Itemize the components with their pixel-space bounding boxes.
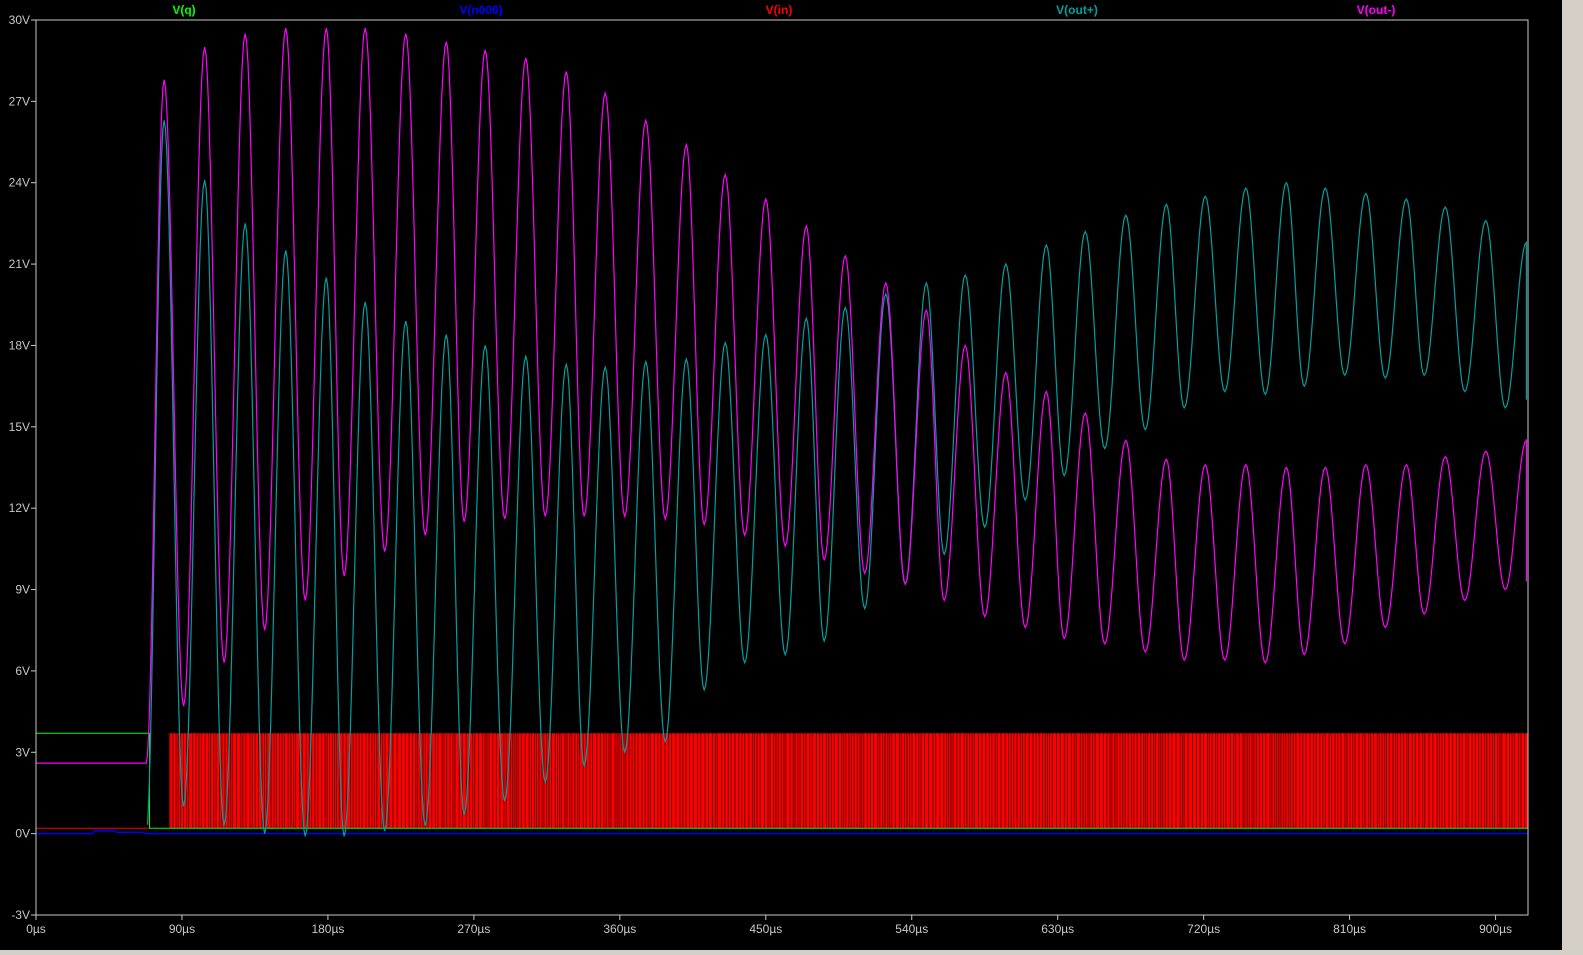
x-tick-label: 360µs xyxy=(603,922,636,936)
y-tick-label: 24V xyxy=(9,176,30,190)
y-tick-label: 9V xyxy=(15,583,30,597)
legend-entry: V(n006) xyxy=(459,3,502,17)
x-tick-label: 630µs xyxy=(1041,922,1074,936)
y-tick-label: 0V xyxy=(15,827,30,841)
right-scrollbar-strip[interactable] xyxy=(1562,0,1583,950)
y-tick-label: 3V xyxy=(15,745,30,759)
legend-entry: V(q) xyxy=(172,3,195,17)
x-tick-label: 0µs xyxy=(26,922,46,936)
x-tick-label: 900µs xyxy=(1479,922,1512,936)
y-tick-label: 15V xyxy=(9,420,30,434)
waveform-plot[interactable]: 30V 27V 24V 21V 18V 15V 12V 9V 6V 3V 0V -3V0µs 90µs 1… xyxy=(0,0,1583,950)
waveform-viewer: 30V 27V 24V 21V 18V 15V 12V 9V 6V 3V 0V -3V 0µs 90µs 1… xyxy=(0,0,1583,950)
x-tick-label: 810µs xyxy=(1333,922,1366,936)
y-tick-label: 27V xyxy=(9,94,30,108)
x-tick-label: 90µs xyxy=(169,922,195,936)
legend-entry: V(out-) xyxy=(1357,3,1396,17)
x-tick-label: 270µs xyxy=(457,922,490,936)
y-tick-label: 6V xyxy=(15,664,30,678)
x-tick-label: 720µs xyxy=(1187,922,1220,936)
y-tick-label: 21V xyxy=(9,257,30,271)
y-tick-label: 12V xyxy=(9,501,30,515)
x-tick-label: 540µs xyxy=(895,922,928,936)
y-tick-label: 18V xyxy=(9,338,30,352)
legend-entry: V(in) xyxy=(766,3,793,17)
y-tick-label: -3V xyxy=(11,908,30,922)
y-tick-label: 30V xyxy=(9,13,30,27)
x-tick-label: 180µs xyxy=(311,922,344,936)
legend-entry: V(out+) xyxy=(1056,3,1098,17)
x-tick-label: 450µs xyxy=(749,922,782,936)
